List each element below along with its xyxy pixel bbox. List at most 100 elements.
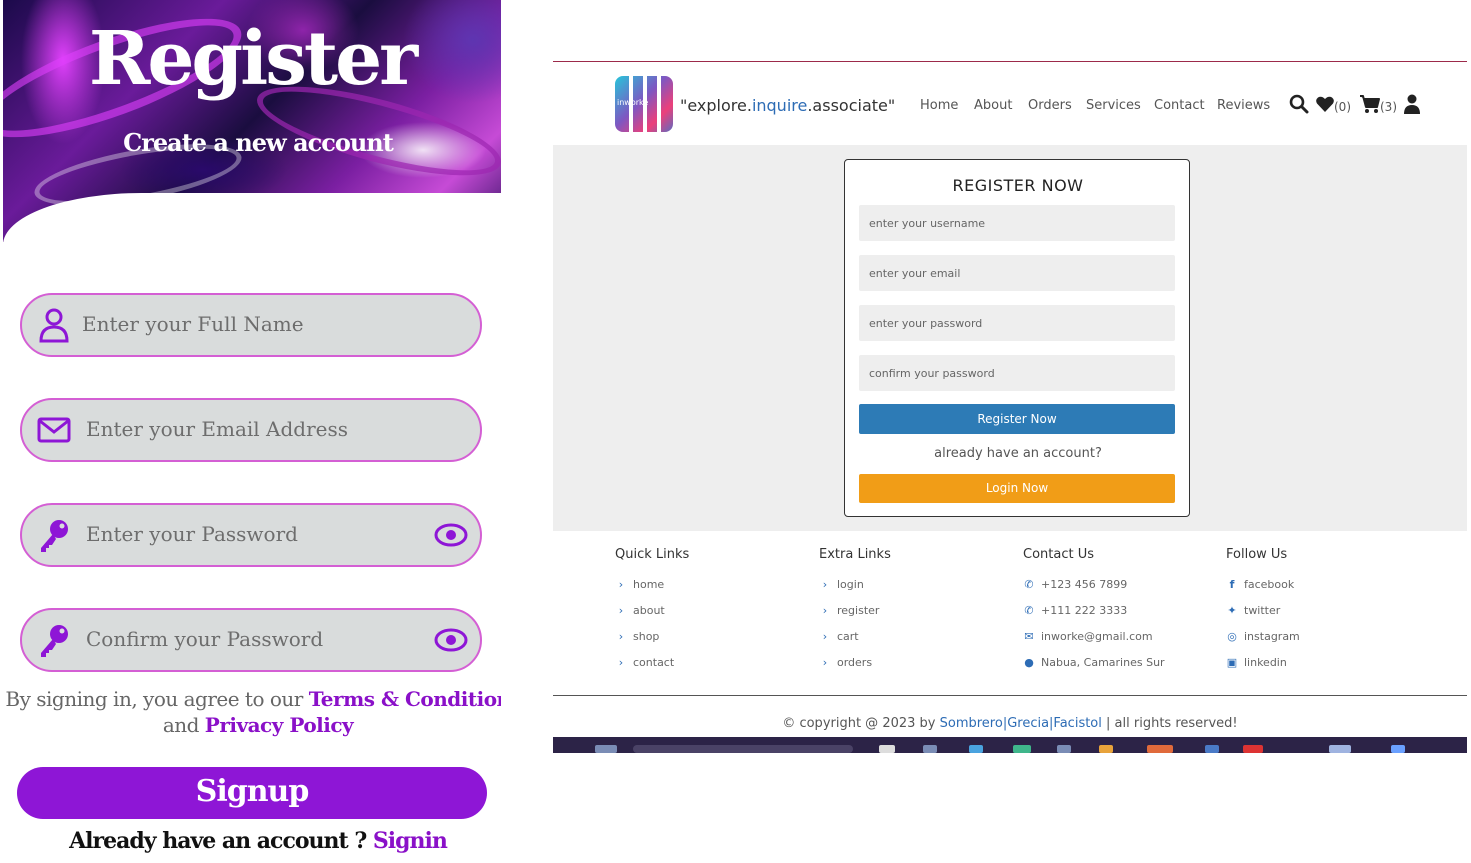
footer-link-label: login [837, 578, 864, 591]
twitter-icon: ✦ [1227, 604, 1237, 617]
already-account: Already have an account ? Signin [3, 828, 501, 854]
username-placeholder: enter your username [869, 217, 986, 230]
site-slogan: "explore.inquire.associate" [680, 96, 895, 115]
logo-bar [657, 76, 661, 132]
footer-link[interactable]: › register [819, 604, 880, 617]
confirm-placeholder: confirm your password [869, 367, 995, 380]
taskbar-app-icon[interactable] [1099, 745, 1113, 753]
footer-link[interactable]: › cart [819, 630, 859, 643]
email-placeholder: Enter your Email Address [86, 417, 349, 441]
already-have-account: already have an account? [934, 446, 1102, 461]
nav-services[interactable]: Services [1086, 98, 1141, 113]
taskbar-app-icon[interactable] [1057, 745, 1071, 753]
terms-and: and [162, 713, 200, 737]
nav-reviews[interactable]: Reviews [1217, 98, 1270, 113]
site-logo[interactable]: inworke [615, 76, 673, 132]
chevron-right-icon: › [822, 578, 828, 591]
user-icon[interactable] [1404, 94, 1420, 114]
taskbar-app-icon[interactable] [923, 745, 937, 753]
contact-address: Nabua, Camarines Sur [1041, 656, 1165, 669]
password-placeholder: enter your password [869, 317, 983, 330]
footer-social-link[interactable]: f facebook [1226, 578, 1295, 591]
footer-contact-item: ✆ +111 222 3333 [1023, 604, 1127, 617]
confirm-password-field[interactable]: Confirm your Password [20, 608, 482, 672]
facebook-icon: f [1229, 578, 1235, 591]
taskbar-app-icon[interactable] [1329, 745, 1351, 753]
email-input[interactable]: enter your email [859, 255, 1175, 291]
contact-email: inworke@gmail.com [1041, 630, 1153, 643]
instagram-icon: ◎ [1227, 630, 1237, 643]
footer-contact: Contact Us ✆ +123 456 7899 ✆ +111 222 3333… [1023, 547, 1165, 669]
chevron-right-icon: › [618, 630, 624, 643]
footer-link[interactable]: › orders [819, 656, 872, 669]
footer-link[interactable]: › about [615, 604, 665, 617]
confirm-password-input[interactable]: confirm your password [859, 355, 1175, 391]
taskbar-app-icon[interactable] [1243, 745, 1263, 753]
footer-link-label: orders [837, 656, 873, 669]
footer-link[interactable]: › home [615, 578, 664, 591]
social-label: twitter [1244, 604, 1281, 617]
slogan-suffix: .associate" [807, 96, 896, 115]
nav-about[interactable]: About [974, 98, 1012, 113]
chevron-right-icon: › [618, 656, 624, 669]
footer-social-link[interactable]: ▣ linkedin [1226, 656, 1287, 669]
start-icon[interactable] [595, 745, 617, 753]
page-title: Register [88, 16, 418, 102]
taskbar-app-icon[interactable] [1205, 745, 1219, 753]
login-now-button[interactable]: Login Now [859, 474, 1175, 503]
footer-follow: Follow Us f facebook ✦ twitter ◎ instagram … [1226, 547, 1300, 669]
chevron-right-icon: › [618, 604, 624, 617]
heart-icon[interactable] [1315, 94, 1335, 114]
signin-link[interactable]: Signin [373, 828, 448, 854]
nav-orders[interactable]: Orders [1028, 98, 1072, 113]
nav-home[interactable]: Home [920, 98, 958, 113]
hero-banner: Register Create a new account [3, 0, 501, 245]
copyright-prefix: © copyright @ 2023 by [782, 716, 936, 731]
os-taskbar [553, 737, 1467, 753]
footer-social-link[interactable]: ◎ instagram [1226, 630, 1300, 643]
privacy-link[interactable]: Privacy Policy [205, 713, 354, 737]
terms-link[interactable]: Terms & Condition [309, 687, 501, 711]
footer-heading: Quick Links [615, 547, 690, 562]
social-label: facebook [1244, 578, 1295, 591]
taskbar-search[interactable] [633, 745, 853, 753]
footer-social-link[interactable]: ✦ twitter [1226, 604, 1280, 617]
site-header: inworke "explore.inquire.associate" Home… [553, 62, 1467, 145]
slogan-accent: inquire [751, 96, 808, 115]
footer-link[interactable]: › login [819, 578, 864, 591]
email-placeholder: enter your email [869, 267, 961, 280]
footer-link[interactable]: › contact [615, 656, 674, 669]
taskbar-app-icon[interactable] [1391, 745, 1405, 753]
social-label: linkedin [1244, 656, 1287, 669]
cart-icon[interactable] [1359, 94, 1381, 114]
key-icon [41, 520, 68, 552]
taskbar-app-icon[interactable] [1013, 745, 1031, 753]
copyright-authors[interactable]: Sombrero|Grecia|Facistol [940, 716, 1102, 731]
social-label: instagram [1244, 630, 1300, 643]
footer-link[interactable]: › shop [615, 630, 660, 643]
taskbar-app-icon[interactable] [879, 745, 895, 753]
chevron-right-icon: › [822, 656, 828, 669]
search-icon[interactable] [1289, 94, 1309, 114]
footer-heading: Extra Links [819, 547, 891, 562]
taskbar-app-icon[interactable] [1147, 745, 1173, 753]
register-now-button[interactable]: Register Now [859, 404, 1175, 434]
fullname-placeholder: Enter your Full Name [82, 312, 304, 336]
password-placeholder: Enter your Password [86, 522, 298, 546]
envelope-icon [37, 417, 71, 443]
eye-icon[interactable] [434, 523, 468, 547]
nav-contact[interactable]: Contact [1154, 98, 1205, 113]
mobile-register-screen: Register Create a new account Enter your… [3, 0, 501, 863]
password-input[interactable]: enter your password [859, 305, 1175, 341]
footer-heading: Contact Us [1023, 547, 1094, 562]
taskbar-app-icon[interactable] [969, 745, 983, 753]
username-input[interactable]: enter your username [859, 205, 1175, 241]
password-field[interactable]: Enter your Password [20, 503, 482, 567]
signup-button[interactable]: Signup [17, 767, 487, 819]
contact-phone: +123 456 7899 [1041, 578, 1128, 591]
fullname-field[interactable]: Enter your Full Name [20, 293, 482, 357]
chevron-right-icon: › [822, 604, 828, 617]
eye-icon[interactable] [434, 628, 468, 652]
user-icon [39, 308, 69, 343]
email-field[interactable]: Enter your Email Address [20, 398, 482, 462]
